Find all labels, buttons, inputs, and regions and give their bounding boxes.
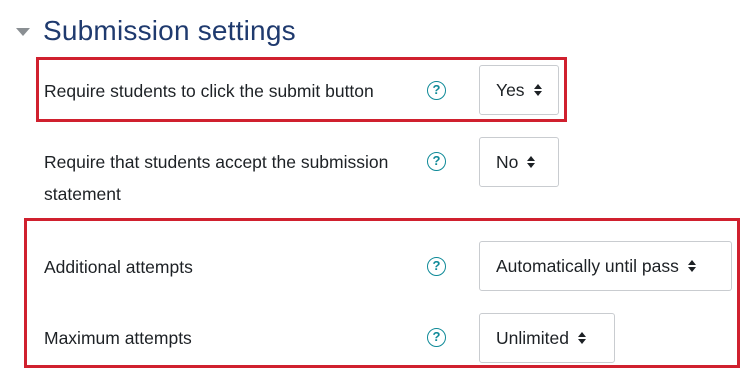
- highlight-box-submit-button: [36, 57, 567, 122]
- setting-label-accept-statement-line2: statement: [44, 184, 121, 204]
- section-header[interactable]: Submission settings: [16, 10, 296, 52]
- accept-statement-select[interactable]: No: [479, 137, 559, 187]
- section-title: Submission settings: [43, 15, 296, 46]
- caret-down-icon[interactable]: [16, 28, 30, 36]
- question-circle-icon[interactable]: ?: [427, 152, 446, 171]
- sort-arrows-icon: [527, 156, 536, 168]
- select-value: No: [496, 151, 519, 172]
- highlight-box-attempts: [24, 218, 740, 368]
- setting-label-accept-statement-line1: Require that students accept the submiss…: [44, 152, 389, 172]
